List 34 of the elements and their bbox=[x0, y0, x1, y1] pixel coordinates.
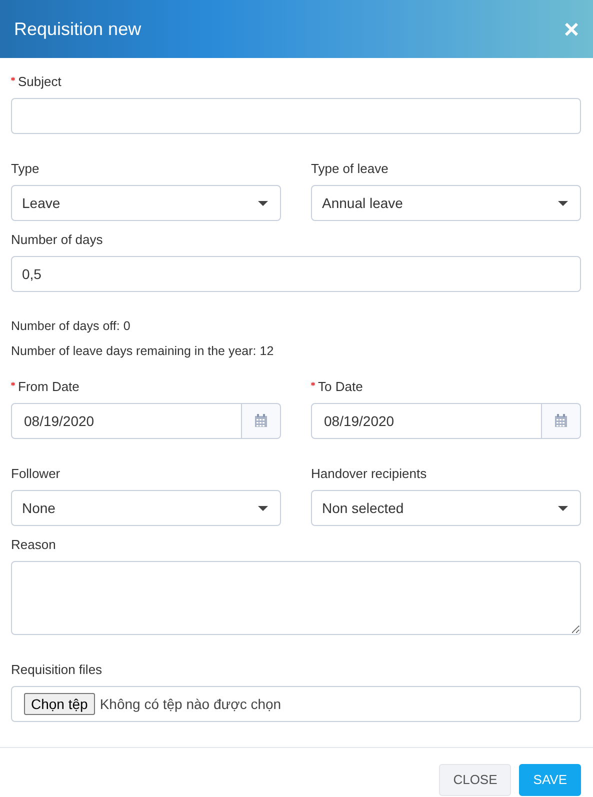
field-label: Number of days bbox=[11, 231, 103, 248]
choose-file-button[interactable]: Chọn tệp bbox=[24, 693, 95, 715]
select-field[interactable]: None bbox=[11, 490, 281, 526]
reason-textarea[interactable] bbox=[11, 561, 581, 635]
caret-icon bbox=[258, 200, 268, 206]
caret-icon bbox=[558, 200, 568, 206]
calendar-button[interactable] bbox=[242, 403, 281, 439]
caret-icon bbox=[258, 506, 268, 510]
field-label: Type of leave bbox=[311, 160, 388, 177]
calendar-icon[interactable] bbox=[254, 414, 268, 428]
text-field[interactable]: 0,5 bbox=[11, 256, 581, 292]
field-label: Reason bbox=[11, 536, 56, 553]
date-field[interactable]: 08/19/2020 bbox=[11, 403, 242, 439]
field-label: To Date bbox=[318, 378, 363, 395]
file-field[interactable]: Chọn tệp Không có tệp nào được chọn bbox=[11, 686, 581, 722]
caret-icon bbox=[558, 506, 568, 510]
calendar-icon[interactable] bbox=[554, 414, 568, 428]
close-button[interactable]: CLOSE bbox=[439, 764, 512, 796]
select-field[interactable]: Annual leave bbox=[311, 185, 581, 221]
info-text: Number of days off: 0 bbox=[11, 318, 132, 334]
field-label: Requisition files bbox=[11, 661, 102, 678]
field-label: From Date bbox=[18, 378, 80, 395]
calendar-button[interactable] bbox=[542, 403, 581, 439]
field-label: Type bbox=[11, 160, 40, 177]
select-field[interactable]: Leave bbox=[11, 185, 281, 221]
info-text: Number of leave days remaining in the year: 12 bbox=[11, 343, 275, 359]
field-label: Subject bbox=[18, 73, 62, 90]
field-label: Follower bbox=[11, 465, 60, 482]
file-status: Không có tệp nào được chọn bbox=[100, 696, 282, 712]
field-label: Handover recipients bbox=[311, 465, 427, 482]
select-field[interactable]: Non selected bbox=[311, 490, 581, 526]
date-field[interactable]: 08/19/2020 bbox=[311, 403, 542, 439]
text-field[interactable] bbox=[11, 98, 581, 134]
dialog-title: Requisition new bbox=[14, 18, 142, 40]
